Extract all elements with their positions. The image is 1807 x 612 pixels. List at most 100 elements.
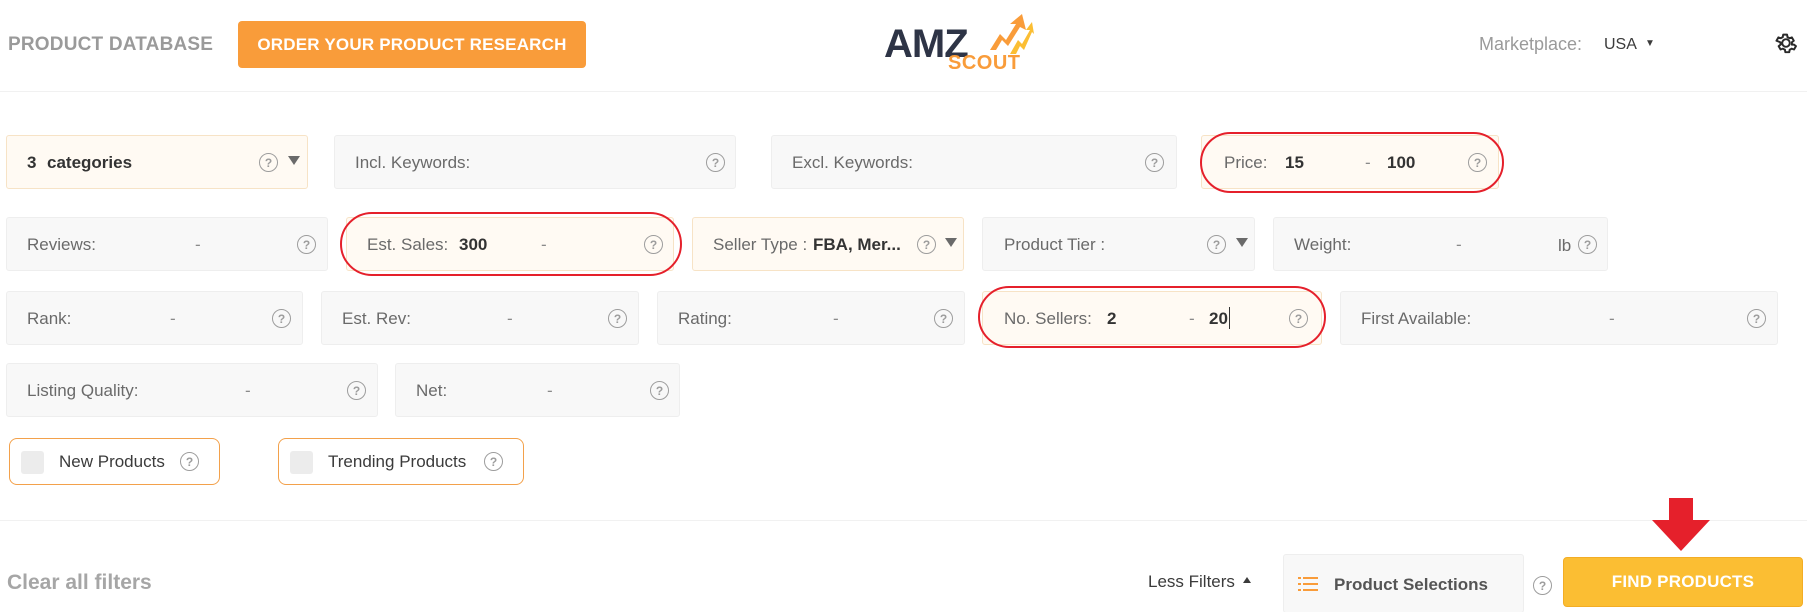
marketplace-caret-icon[interactable]: ▼ xyxy=(1645,38,1655,49)
product-tier-label: Product Tier : xyxy=(1004,235,1106,254)
seller-type-caret-icon[interactable] xyxy=(945,238,957,247)
less-filters-toggle[interactable]: Less Filters xyxy=(1148,572,1235,592)
rating-help-icon[interactable]: ? xyxy=(934,309,953,328)
rank-label: Rank: xyxy=(27,309,72,328)
no-sellers-max-input[interactable]: 20 xyxy=(1209,309,1228,329)
product-tier-caret-icon[interactable] xyxy=(1236,238,1248,247)
rank-dash: - xyxy=(170,309,176,328)
list-filter-icon xyxy=(1298,577,1318,591)
trending-products-help-icon[interactable]: ? xyxy=(484,452,503,471)
rating-dash: - xyxy=(833,309,839,328)
weight-label: Weight: xyxy=(1294,235,1352,254)
est-rev-dash: - xyxy=(507,309,513,328)
net-dash: - xyxy=(547,381,553,400)
listing-quality-dash: - xyxy=(245,381,251,400)
est-sales-range[interactable]: Est. Sales: 300 - ? xyxy=(346,217,674,271)
clear-all-filters-button[interactable]: Clear all filters xyxy=(7,571,152,595)
find-products-button[interactable]: FIND PRODUCTS xyxy=(1563,557,1803,607)
listing-quality-help-icon[interactable]: ? xyxy=(347,381,366,400)
new-products-check-square[interactable] xyxy=(21,451,44,474)
categories-select[interactable]: 3 categories ? xyxy=(6,135,308,189)
settings-gear-icon[interactable] xyxy=(1773,30,1799,56)
first-available-dash: - xyxy=(1609,309,1615,328)
weight-unit: lb xyxy=(1558,236,1572,255)
top-header: PRODUCT DATABASE ORDER YOUR PRODUCT RESE… xyxy=(0,0,1807,92)
no-sellers-dash: - xyxy=(1189,309,1195,328)
marketplace-select[interactable]: USA xyxy=(1604,36,1637,54)
trending-products-checkbox[interactable]: Trending Products ? xyxy=(278,438,524,485)
red-down-arrow-icon xyxy=(1652,498,1710,551)
order-research-button[interactable]: ORDER YOUR PRODUCT RESEARCH xyxy=(238,21,586,68)
rating-range[interactable]: Rating: - ? xyxy=(657,291,965,345)
no-sellers-min-input[interactable]: 2 xyxy=(1107,309,1116,329)
net-label: Net: xyxy=(416,381,448,400)
price-max-input[interactable]: 100 xyxy=(1387,153,1415,173)
new-products-label: New Products xyxy=(59,452,165,471)
no-sellers-range[interactable]: No. Sellers: 2 - 20 ? xyxy=(982,291,1322,345)
reviews-dash: - xyxy=(195,235,201,254)
listing-quality-label: Listing Quality: xyxy=(27,381,139,400)
less-filters-caret-icon[interactable] xyxy=(1243,577,1251,583)
first-available-range[interactable]: First Available: - ? xyxy=(1340,291,1778,345)
incl-keywords-label: Incl. Keywords: xyxy=(355,153,471,172)
bottom-toolbar: Clear all filters Less Filters Product S… xyxy=(0,520,1807,612)
est-rev-help-icon[interactable]: ? xyxy=(608,309,627,328)
excl-keywords-field[interactable]: Excl. Keywords: ? xyxy=(771,135,1177,189)
est-sales-label: Est. Sales: xyxy=(367,235,449,254)
product-tier-select[interactable]: Product Tier : ? xyxy=(982,217,1255,271)
marketplace-label: Marketplace: xyxy=(1479,34,1583,54)
no-sellers-help-icon[interactable]: ? xyxy=(1289,309,1308,328)
reviews-label: Reviews: xyxy=(27,235,96,254)
weight-range[interactable]: Weight: - lb ? xyxy=(1273,217,1608,271)
reviews-help-icon[interactable]: ? xyxy=(297,235,316,254)
product-selections-label: Product Selections xyxy=(1334,575,1488,594)
est-rev-label: Est. Rev: xyxy=(342,309,411,328)
reviews-range[interactable]: Reviews: - ? xyxy=(6,217,328,271)
trending-products-check-square[interactable] xyxy=(290,451,313,474)
logo-text-scout: SCOUT xyxy=(948,52,1021,74)
first-available-help-icon[interactable]: ? xyxy=(1747,309,1766,328)
new-products-help-icon[interactable]: ? xyxy=(180,452,199,471)
logo-arrow-icon xyxy=(990,14,1034,54)
product-selections-help-icon[interactable]: ? xyxy=(1533,576,1552,595)
incl-keywords-help-icon[interactable]: ? xyxy=(706,153,725,172)
est-sales-dash: - xyxy=(541,235,547,254)
product-tier-help-icon[interactable]: ? xyxy=(1207,235,1226,254)
price-help-icon[interactable]: ? xyxy=(1468,153,1487,172)
seller-type-select[interactable]: Seller Type : FBA, Mer... ? xyxy=(692,217,964,271)
no-sellers-label: No. Sellers: xyxy=(1004,309,1092,328)
rating-label: Rating: xyxy=(678,309,732,328)
excl-keywords-label: Excl. Keywords: xyxy=(792,153,913,172)
product-selections-button[interactable]: Product Selections xyxy=(1283,554,1524,612)
text-cursor xyxy=(1229,307,1230,329)
categories-count: 3 xyxy=(27,153,37,172)
amzscout-logo[interactable]: AMZ SCOUT xyxy=(884,14,1036,78)
net-help-icon[interactable]: ? xyxy=(650,381,669,400)
est-sales-help-icon[interactable]: ? xyxy=(644,235,663,254)
price-label: Price: xyxy=(1224,153,1268,172)
categories-label: categories xyxy=(47,153,133,172)
rank-help-icon[interactable]: ? xyxy=(272,309,291,328)
price-range[interactable]: Price: 15 - 100 ? xyxy=(1201,135,1499,189)
weight-help-icon[interactable]: ? xyxy=(1578,235,1597,254)
categories-help-icon[interactable]: ? xyxy=(259,153,278,172)
net-range[interactable]: Net: - ? xyxy=(395,363,680,417)
categories-caret-icon[interactable] xyxy=(288,156,300,165)
price-min-input[interactable]: 15 xyxy=(1285,153,1304,173)
product-database-nav[interactable]: PRODUCT DATABASE xyxy=(8,34,213,56)
page: PRODUCT DATABASE ORDER YOUR PRODUCT RESE… xyxy=(0,0,1807,612)
seller-type-value: FBA, Mer... xyxy=(813,235,901,254)
new-products-checkbox[interactable]: New Products ? xyxy=(9,438,220,485)
weight-dash: - xyxy=(1456,235,1462,254)
seller-type-label: Seller Type : xyxy=(713,235,808,254)
price-dash: - xyxy=(1365,153,1371,172)
seller-type-help-icon[interactable]: ? xyxy=(917,235,936,254)
incl-keywords-field[interactable]: Incl. Keywords: ? xyxy=(334,135,736,189)
trending-products-label: Trending Products xyxy=(328,452,467,471)
est-rev-range[interactable]: Est. Rev: - ? xyxy=(321,291,639,345)
rank-range[interactable]: Rank: - ? xyxy=(6,291,303,345)
est-sales-min-input[interactable]: 300 xyxy=(459,235,487,255)
excl-keywords-help-icon[interactable]: ? xyxy=(1145,153,1164,172)
listing-quality-range[interactable]: Listing Quality: - ? xyxy=(6,363,378,417)
first-available-label: First Available: xyxy=(1361,309,1472,328)
